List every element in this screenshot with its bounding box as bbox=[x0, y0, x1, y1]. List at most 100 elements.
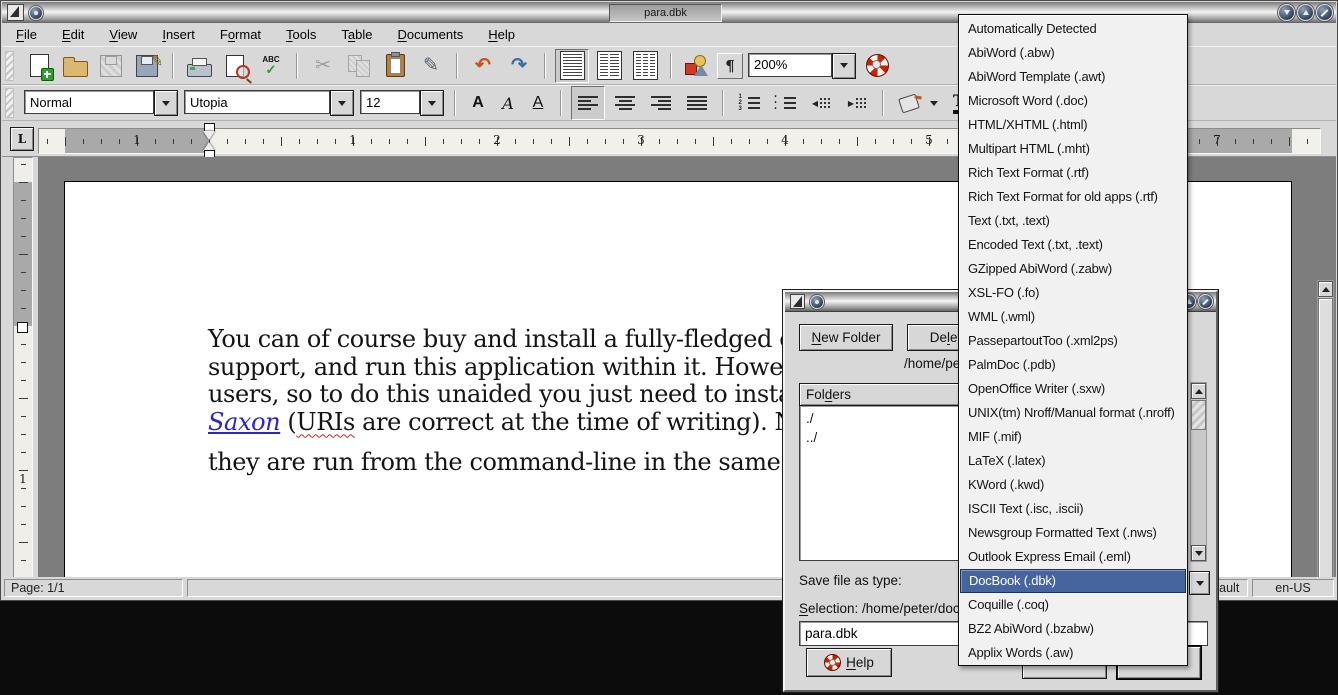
new-folder-button[interactable]: New Folder bbox=[799, 324, 893, 351]
format-option[interactable]: Newsgroup Formatted Text (.nws) bbox=[959, 521, 1187, 545]
scroll-up-button[interactable] bbox=[1318, 281, 1333, 297]
undo-button[interactable]: ↶ bbox=[467, 50, 499, 82]
dialog-help-button[interactable]: Help bbox=[806, 648, 892, 677]
print-button[interactable] bbox=[183, 50, 215, 82]
format-option[interactable]: Text (.txt, .text) bbox=[959, 209, 1187, 233]
open-button[interactable] bbox=[59, 50, 91, 82]
format-option[interactable]: KWord (.kwd) bbox=[959, 473, 1187, 497]
folder-item[interactable]: ./ bbox=[800, 409, 960, 428]
dialog-close-button[interactable] bbox=[1198, 294, 1213, 309]
format-option[interactable]: MIF (.mif) bbox=[959, 425, 1187, 449]
align-justify-button[interactable] bbox=[681, 87, 713, 119]
zoom-input[interactable] bbox=[748, 53, 832, 77]
top-margin-marker[interactable] bbox=[17, 322, 28, 333]
increase-indent-button[interactable]: ▶ bbox=[841, 87, 873, 119]
format-option[interactable]: Microsoft Word (.doc) bbox=[959, 89, 1187, 113]
file-type-dropdown-button[interactable] bbox=[1189, 571, 1210, 595]
decrease-indent-button[interactable]: ◀ bbox=[805, 87, 837, 119]
style-dropdown-button[interactable] bbox=[154, 90, 178, 116]
format-option[interactable]: PalmDoc (.pdb) bbox=[959, 353, 1187, 377]
align-right-button[interactable] bbox=[645, 87, 677, 119]
align-center-button[interactable] bbox=[609, 87, 641, 119]
format-option[interactable]: LaTeX (.latex) bbox=[959, 449, 1187, 473]
format-option[interactable]: Rich Text Format (.rtf) bbox=[959, 161, 1187, 185]
align-left-button[interactable] bbox=[571, 86, 605, 120]
menu-item[interactable]: Help bbox=[477, 24, 526, 45]
document-vertical-scrollbar[interactable] bbox=[1317, 280, 1334, 579]
format-option[interactable]: HTML/XHTML (.html) bbox=[959, 113, 1187, 137]
format-option[interactable]: BZ2 AbiWord (.bzabw) bbox=[959, 617, 1187, 641]
format-option[interactable]: AbiWord Template (.awt) bbox=[959, 65, 1187, 89]
format-option[interactable]: UNIX(tm) Nroff/Manual format (.nroff) bbox=[959, 401, 1187, 425]
highlight-color-dropdown[interactable] bbox=[927, 97, 941, 110]
files-list-scrollbar[interactable] bbox=[1190, 382, 1207, 562]
font-input[interactable] bbox=[184, 90, 330, 114]
format-option[interactable]: Rich Text Format for old apps (.rtf) bbox=[959, 185, 1187, 209]
hyperlink[interactable]: Saxon bbox=[208, 408, 280, 436]
highlight-color-button[interactable] bbox=[893, 87, 925, 119]
format-painter-button[interactable]: ✎ bbox=[415, 50, 447, 82]
toolbar-grip[interactable] bbox=[5, 51, 14, 81]
format-option[interactable]: WML (.wml) bbox=[959, 305, 1187, 329]
three-column-button[interactable] bbox=[629, 50, 661, 82]
menu-item[interactable]: Insert bbox=[151, 24, 206, 45]
format-option[interactable]: Outlook Express Email (.eml) bbox=[959, 545, 1187, 569]
spellcheck-button[interactable]: ABC ✓ bbox=[255, 50, 287, 82]
dialog-window-menu-button[interactable] bbox=[810, 295, 824, 309]
format-option[interactable]: Automatically Detected bbox=[959, 17, 1187, 41]
toolbar-grip[interactable] bbox=[5, 88, 14, 118]
format-option[interactable]: Coquille (.coq) bbox=[959, 593, 1187, 617]
format-option[interactable]: PassepartoutToo (.xml2ps) bbox=[959, 329, 1187, 353]
folders-list[interactable]: ./../ bbox=[799, 406, 961, 561]
close-button[interactable] bbox=[1316, 4, 1333, 21]
minimize-button[interactable] bbox=[1278, 4, 1295, 21]
font-size-dropdown-button[interactable] bbox=[420, 90, 444, 116]
font-size-input[interactable] bbox=[360, 90, 420, 114]
scrollbar-thumb[interactable] bbox=[1318, 298, 1333, 579]
font-dropdown-button[interactable] bbox=[330, 90, 354, 116]
format-option[interactable]: ISCII Text (.isc, .iscii) bbox=[959, 497, 1187, 521]
vertical-ruler[interactable]: 1 bbox=[13, 157, 33, 579]
format-option[interactable]: Multipart HTML (.mht) bbox=[959, 137, 1187, 161]
format-option[interactable]: OpenOffice Writer (.sxw) bbox=[959, 377, 1187, 401]
format-option[interactable]: GZipped AbiWord (.zabw) bbox=[959, 257, 1187, 281]
two-column-button[interactable] bbox=[593, 50, 625, 82]
print-preview-button[interactable] bbox=[219, 50, 251, 82]
redo-button[interactable]: ↷ bbox=[503, 50, 535, 82]
help-button[interactable] bbox=[861, 50, 893, 82]
paste-button[interactable] bbox=[379, 50, 411, 82]
format-option[interactable]: DocBook (.dbk) bbox=[960, 569, 1186, 593]
zoom-dropdown-button[interactable] bbox=[832, 53, 856, 79]
window-menu-button[interactable] bbox=[29, 6, 43, 20]
insert-graphic-button[interactable] bbox=[681, 50, 713, 82]
format-option[interactable]: AbiWord (.abw) bbox=[959, 41, 1187, 65]
menu-item[interactable]: Tools bbox=[275, 24, 327, 45]
italic-button[interactable]: A bbox=[495, 87, 521, 119]
menu-item[interactable]: Format bbox=[209, 24, 272, 45]
menu-item[interactable]: Table bbox=[330, 24, 383, 45]
scroll-down-button[interactable] bbox=[1191, 545, 1206, 561]
menu-item[interactable]: Edit bbox=[51, 24, 95, 45]
indent-marker[interactable] bbox=[202, 123, 216, 159]
format-option[interactable]: Encoded Text (.txt, .text) bbox=[959, 233, 1187, 257]
language-indicator[interactable]: en-US bbox=[1252, 579, 1334, 597]
one-column-button[interactable] bbox=[555, 49, 589, 83]
bold-button[interactable]: A bbox=[465, 87, 491, 119]
style-input[interactable] bbox=[24, 90, 154, 114]
tab-selector-button[interactable]: L bbox=[10, 127, 34, 151]
menu-item[interactable]: View bbox=[98, 24, 148, 45]
format-option[interactable]: Applix Words (.aw) bbox=[959, 641, 1187, 665]
show-formatting-marks-button[interactable]: ¶ bbox=[717, 53, 743, 79]
menu-item[interactable]: File bbox=[5, 24, 48, 45]
save-as-button[interactable]: ✎ bbox=[131, 50, 163, 82]
scrollbar-thumb[interactable] bbox=[1191, 400, 1206, 430]
maximize-button[interactable] bbox=[1297, 4, 1314, 21]
scroll-up-button[interactable] bbox=[1191, 383, 1206, 399]
format-option[interactable]: XSL-FO (.fo) bbox=[959, 281, 1187, 305]
folder-item[interactable]: ../ bbox=[800, 428, 960, 447]
menu-item[interactable]: Documents bbox=[387, 24, 475, 45]
bullet-list-button[interactable]: • • • bbox=[769, 87, 801, 119]
numbered-list-button[interactable]: 1 2 3 bbox=[733, 87, 765, 119]
new-document-button[interactable] bbox=[23, 50, 55, 82]
underline-button[interactable]: A bbox=[525, 87, 551, 119]
